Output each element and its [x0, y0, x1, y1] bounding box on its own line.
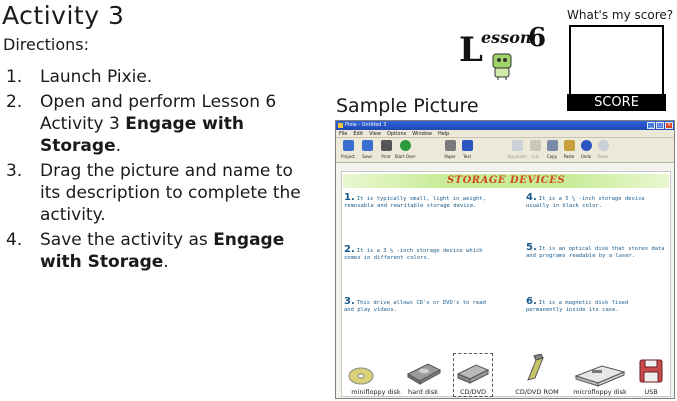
item-minifloppy-disk[interactable]: minifloppy disk: [348, 354, 404, 396]
directions-label: Directions:: [3, 35, 90, 54]
menu-bar: File Edit View Options Window Help: [336, 130, 674, 138]
save-icon: [361, 140, 373, 151]
project-icon: [342, 140, 354, 151]
window-titlebar: Pixie - Untitled 3 _ □ ×: [336, 121, 674, 130]
step-1: 1. Launch Pixie.: [6, 66, 316, 88]
lesson-logo-number: 6: [528, 23, 547, 53]
hard-disk-icon: [406, 363, 442, 385]
menu-help[interactable]: Help: [438, 130, 449, 137]
robot-mascot-icon: [492, 53, 512, 80]
start-over-icon: [399, 140, 411, 151]
cut-icon: [529, 140, 541, 151]
menu-window[interactable]: Window: [412, 130, 432, 137]
description-4[interactable]: 4. It is a 5 ¼ -inch storage device usual…: [526, 193, 666, 210]
step-text: Drag the picture and name to its descrip…: [40, 161, 301, 225]
title-banner: STORAGE DEVICES: [343, 174, 669, 188]
item-cd-dvd-rom[interactable]: CD/DVD ROM: [508, 354, 566, 396]
cd-dvd-icon: [456, 364, 490, 384]
description-5[interactable]: 5. It is an optical disk that stores data…: [526, 243, 666, 260]
sample-picture-label: Sample Picture: [336, 95, 479, 117]
lesson-logo-word: esson: [481, 28, 532, 47]
step-number: 3.: [6, 161, 23, 181]
item-microfloppy-disk[interactable]: microfloppy disk: [568, 354, 632, 396]
description-3[interactable]: 3. This drive allows CD's or DVD's to rea…: [344, 297, 494, 314]
window-title: Pixie - Untitled 3: [345, 122, 387, 128]
maximize-button[interactable]: □: [656, 122, 664, 129]
item-hard-disk[interactable]: hard disk: [402, 354, 444, 396]
step-number: 2.: [6, 92, 23, 112]
description-1[interactable]: 1. It is typically small, light in weight…: [344, 193, 494, 210]
item-usb[interactable]: USB: [636, 354, 666, 396]
menu-file[interactable]: File: [339, 130, 347, 137]
menu-options[interactable]: Options: [387, 130, 406, 137]
directions-list: 1. Launch Pixie. 2. Open and perform Les…: [6, 66, 316, 273]
description-2[interactable]: 2. It is a 3 ½ -inch storage device which…: [344, 245, 494, 262]
step-punct: .: [163, 252, 169, 272]
print-icon: [380, 140, 392, 151]
text-icon: [461, 140, 473, 151]
banner-title: STORAGE DEVICES: [446, 175, 566, 186]
draggable-items: minifloppy disk hard disk CD/DVD CD/DVD …: [342, 353, 672, 397]
paper-icon: [444, 140, 456, 151]
activity-title: Activity 3: [2, 1, 125, 30]
lesson-logo: L esson 6: [455, 22, 565, 84]
usb-drive-icon: [639, 359, 663, 383]
close-button[interactable]: ×: [665, 122, 673, 129]
activity-canvas[interactable]: STORAGE DEVICES 1. It is typically small,…: [341, 171, 671, 397]
menu-edit[interactable]: Edit: [353, 130, 363, 137]
pixie-app-icon: [338, 123, 343, 128]
microfloppy-disk-icon: [574, 365, 626, 387]
redo-icon: [597, 140, 609, 151]
pixie-window: Pixie - Untitled 3 _ □ × File Edit View …: [335, 120, 675, 399]
start-over-button[interactable]: Start Over: [394, 140, 416, 159]
lesson-logo-letter: L: [459, 30, 483, 70]
step-4: 4. Save the activity as Engage with Stor…: [6, 229, 316, 273]
step-text: Launch Pixie.: [40, 67, 153, 87]
score-label: SCORE: [567, 94, 666, 111]
undo-icon: [580, 140, 592, 151]
step-2: 2. Open and perform Lesson 6 Activity 3 …: [6, 91, 316, 157]
step-3: 3. Drag the picture and name to its desc…: [6, 160, 316, 226]
step-number: 1.: [6, 67, 23, 87]
cd-rom-drive-icon: [527, 354, 544, 381]
cd-disc-icon: [348, 367, 374, 385]
window-controls: _ □ ×: [647, 122, 673, 129]
step-text: Save the activity as: [40, 230, 214, 250]
duplicate-icon: [511, 140, 523, 151]
item-cd-dvd[interactable]: CD/DVD: [453, 353, 493, 397]
step-punct: .: [115, 136, 122, 156]
toolbar: Project Save Print Start Over Paper Text…: [336, 138, 674, 163]
paste-icon: [563, 140, 575, 151]
description-6[interactable]: 6. It is a magnetic disk fixed permanentl…: [526, 297, 666, 314]
text-button[interactable]: Text: [456, 140, 478, 159]
score-prompt: What's my score?: [567, 8, 674, 22]
minimize-button[interactable]: _: [647, 122, 655, 129]
menu-view[interactable]: View: [369, 130, 381, 137]
step-number: 4.: [6, 230, 23, 250]
copy-icon: [546, 140, 558, 151]
redo-button[interactable]: Redo: [592, 140, 614, 159]
